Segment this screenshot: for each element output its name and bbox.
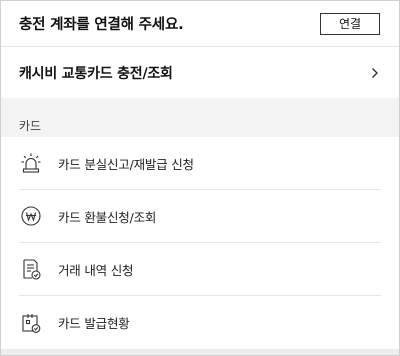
menu-label: 카드 분실신고/재발급 신청 [58,156,194,172]
card-section-header: 카드 [1,113,399,137]
list-item-transaction-history[interactable]: 거래 내역 신청 [19,243,381,296]
cashbee-charge-inquiry-label: 캐시비 교통카드 충전/조회 [19,65,173,82]
list-item-card-refund[interactable]: 카드 환불신청/조회 [19,190,381,243]
document-check-icon [19,257,43,281]
menu-label: 카드 환불신청/조회 [58,209,157,225]
connect-button[interactable]: 연결 [320,12,380,35]
siren-icon [19,151,43,175]
account-connect-bar: 충전 계좌를 연결해 주세요. 연결 [1,1,399,47]
won-coin-icon [19,204,43,228]
menu-label: 카드 발급현황 [58,316,130,331]
chevron-right-icon [370,66,380,80]
app-screen: 충전 계좌를 연결해 주세요. 연결 캐시비 교통카드 충전/조회 카드 카드 … [0,0,400,356]
account-connect-message: 충전 계좌를 연결해 주세요. [19,17,184,33]
cashbee-charge-inquiry-row[interactable]: 캐시비 교통카드 충전/조회 [1,47,399,98]
list-item-card-loss-report[interactable]: 카드 분실신고/재발급 신청 [19,137,381,190]
list-item-card-issue-status[interactable]: 카드 발급현황 [19,296,381,349]
bottom-divider [1,349,399,355]
section-divider [1,98,399,113]
card-issue-status-icon [19,311,43,335]
card-menu-list: 카드 분실신고/재발급 신청 카드 환불신청/조회 거래 내역 신청 카드 발급… [19,137,381,349]
menu-label: 거래 내역 신청 [58,262,134,278]
